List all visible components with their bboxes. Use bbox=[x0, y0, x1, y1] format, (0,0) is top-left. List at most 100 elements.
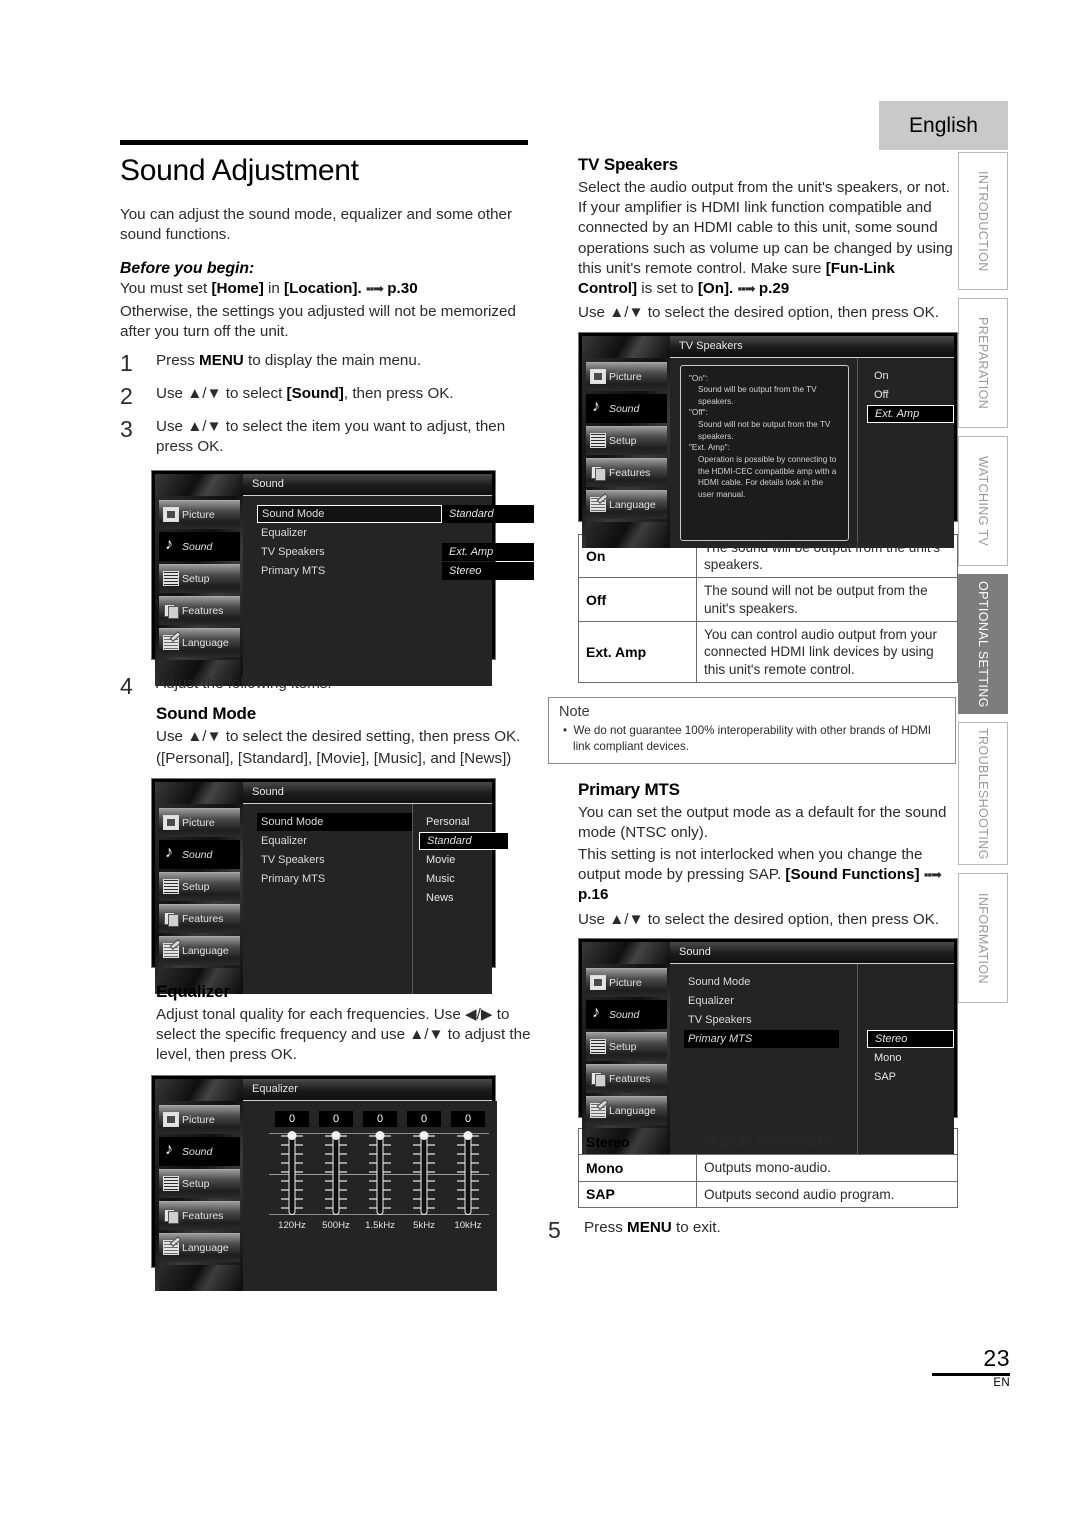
osd-title: Sound bbox=[670, 941, 954, 964]
osd-item-equalizer[interactable]: Equalizer bbox=[257, 832, 412, 850]
osd-option-standard[interactable]: Standard bbox=[419, 831, 509, 850]
section-tab-introduction[interactable]: INTRODUCTION bbox=[958, 152, 1008, 290]
osd-sidebar-item-language[interactable]: Language bbox=[586, 1095, 667, 1125]
osd-sidebar-item-setup[interactable]: Setup bbox=[159, 563, 240, 593]
menu-key-token: MENU bbox=[199, 352, 244, 370]
osd-option-ext-amp[interactable]: Ext. Amp bbox=[867, 404, 954, 423]
tv-speakers-use-line: Use ▲/▼ to select the desired option, th… bbox=[578, 304, 939, 322]
osd-sidebar-item-setup[interactable]: Setup bbox=[159, 871, 240, 901]
equalizer-slider-10khz[interactable] bbox=[451, 1130, 485, 1217]
section-tab-troubleshooting[interactable]: TROUBLESHOOTING bbox=[958, 722, 1008, 865]
osd-option-stereo[interactable]: Stereo bbox=[867, 1029, 954, 1048]
osd-sidebar-item-language[interactable]: Language bbox=[586, 489, 667, 519]
left-column: Sound Adjustment You can adjust the soun… bbox=[120, 140, 534, 1291]
equalizer-value-5khz[interactable]: 0 bbox=[407, 1110, 441, 1127]
osd-content: Picture Sound Setup Features Language bbox=[155, 803, 509, 994]
slider-knob[interactable] bbox=[419, 1130, 429, 1140]
picture-icon bbox=[163, 1112, 179, 1128]
osd-header-blank bbox=[155, 781, 243, 804]
osd-sidebar-item-picture[interactable]: Picture bbox=[586, 361, 667, 391]
osd-sidebar-item-setup[interactable]: Setup bbox=[586, 1031, 667, 1061]
slider-knob[interactable] bbox=[375, 1130, 385, 1140]
section-tab-watching-tv[interactable]: WATCHING TV bbox=[958, 436, 1008, 566]
osd-sidebar-item-setup[interactable]: Setup bbox=[159, 1168, 240, 1198]
grid-icon bbox=[163, 1176, 179, 1192]
osd-option-music[interactable]: Music bbox=[419, 870, 509, 888]
table-value-sap: Outputs second audio program. bbox=[696, 1180, 958, 1209]
section-tab-optional-setting[interactable]: OPTIONAL SETTING bbox=[958, 574, 1008, 714]
osd-sidebar-item-language[interactable]: Language bbox=[159, 935, 240, 965]
equalizer-slider-120hz[interactable] bbox=[275, 1130, 309, 1217]
note-body: We do not guarantee 100% interoperabilit… bbox=[573, 724, 931, 753]
osd-sidebar-item-features[interactable]: Features bbox=[159, 1200, 240, 1230]
osd-sidebar-item-features[interactable]: Features bbox=[586, 1063, 667, 1093]
osd-sidebar-item-language[interactable]: Language bbox=[159, 1232, 240, 1262]
section-tab-preparation[interactable]: PREPARATION bbox=[958, 298, 1008, 428]
osd-item-sound-mode[interactable]: Sound Mode bbox=[257, 504, 442, 523]
osd-sidebar-item-features[interactable]: Features bbox=[586, 457, 667, 487]
osd-item-sound-mode[interactable]: Sound Mode bbox=[257, 812, 412, 831]
osd-option-personal[interactable]: Personal bbox=[419, 813, 509, 831]
osd-value-tv-speakers[interactable]: Ext. Amp bbox=[442, 542, 534, 561]
osd-header-blank bbox=[155, 473, 243, 496]
primary-mts-paragraph-2: This setting is not interlocked when you… bbox=[578, 845, 958, 906]
pencil-icon bbox=[590, 1103, 606, 1119]
osd-item-sound-mode[interactable]: Sound Mode bbox=[684, 973, 857, 991]
equalizer-slider-5khz[interactable] bbox=[407, 1130, 441, 1217]
osd-option-on[interactable]: On bbox=[867, 367, 954, 385]
slider-knob[interactable] bbox=[463, 1130, 473, 1140]
osd-sidebar-item-sound[interactable]: Sound bbox=[586, 393, 667, 423]
osd-sidebar-item-features[interactable]: Features bbox=[159, 595, 240, 625]
before-you-begin-heading: Before you begin: bbox=[120, 260, 255, 278]
osd-item-tv-speakers[interactable]: TV Speakers bbox=[684, 1011, 857, 1029]
osd-value-sound-mode[interactable]: Standard bbox=[442, 504, 534, 523]
osd-sidebar-item-picture[interactable]: Picture bbox=[159, 1104, 240, 1134]
osd-sidebar-item-picture[interactable]: Picture bbox=[586, 967, 667, 997]
osd-item-equalizer[interactable]: Equalizer bbox=[684, 992, 857, 1010]
osd-sidebar-item-label: Setup bbox=[609, 434, 637, 447]
osd-item-primary-mts[interactable]: Primary MTS bbox=[257, 562, 442, 580]
equalizer-value-1.5khz[interactable]: 0 bbox=[363, 1110, 397, 1127]
osd-sidebar-item-language[interactable]: Language bbox=[159, 627, 240, 657]
equalizer-value-10khz[interactable]: 0 bbox=[451, 1110, 485, 1127]
osd-content: Picture Sound Setup Features Language bbox=[155, 495, 534, 686]
osd-item-primary-mts[interactable]: Primary MTS bbox=[257, 870, 412, 888]
section-tab-label: INFORMATION bbox=[976, 892, 990, 984]
osd-sidebar-item-picture[interactable]: Picture bbox=[159, 499, 240, 529]
osd-sidebar-item-sound[interactable]: Sound bbox=[159, 839, 240, 869]
slider-knob[interactable] bbox=[331, 1130, 341, 1140]
equalizer-value-500hz[interactable]: 0 bbox=[319, 1110, 353, 1127]
table-key-mono: Mono bbox=[578, 1154, 697, 1182]
osd-sidebar-item-setup[interactable]: Setup bbox=[586, 425, 667, 455]
osd-item-primary-mts[interactable]: Primary MTS bbox=[684, 1029, 839, 1048]
osd-option-mono[interactable]: Mono bbox=[867, 1049, 954, 1067]
picture-icon bbox=[590, 975, 606, 991]
osd-item-equalizer[interactable]: Equalizer bbox=[257, 524, 442, 542]
osd-option-news[interactable]: News bbox=[419, 889, 509, 907]
text-fragment: , then press OK. bbox=[343, 385, 454, 403]
osd-sidebar-item-features[interactable]: Features bbox=[159, 903, 240, 933]
equalizer-value-120hz[interactable]: 0 bbox=[275, 1110, 309, 1127]
equalizer-slider-500hz[interactable] bbox=[319, 1130, 353, 1217]
slider-knob[interactable] bbox=[287, 1130, 297, 1140]
osd-sidebar: Picture Sound Setup Features Language bbox=[155, 495, 243, 686]
osd-option-off[interactable]: Off bbox=[867, 386, 954, 404]
osd-sidebar-item-sound[interactable]: Sound bbox=[159, 1136, 240, 1166]
equalizer-slider-1.5khz[interactable] bbox=[363, 1130, 397, 1217]
osd-value-list: Standard Ext. Amp Stereo bbox=[442, 496, 534, 686]
osd-value-primary-mts[interactable]: Stereo bbox=[442, 561, 534, 580]
before-you-begin-line2: Otherwise, the settings you adjusted wil… bbox=[120, 302, 516, 340]
osd-item-tv-speakers[interactable]: TV Speakers bbox=[257, 851, 412, 869]
osd-sidebar-item-picture[interactable]: Picture bbox=[159, 807, 240, 837]
section-tab-information[interactable]: INFORMATION bbox=[958, 873, 1008, 1003]
osd-option-sap[interactable]: SAP bbox=[867, 1068, 954, 1086]
text-fragment: Select the audio output from the unit's … bbox=[578, 179, 953, 277]
osd-sidebar-item-label: Picture bbox=[609, 370, 642, 383]
osd-sidebar-item-sound[interactable]: Sound bbox=[159, 531, 240, 561]
osd-item-tv-speakers[interactable]: TV Speakers bbox=[257, 543, 442, 561]
table-value-mono: Outputs mono-audio. bbox=[696, 1154, 958, 1182]
osd-sidebar-item-sound[interactable]: Sound bbox=[586, 999, 667, 1029]
equalizer-text: Adjust tonal quality for each frequencie… bbox=[156, 1005, 531, 1064]
slider-track bbox=[464, 1132, 472, 1215]
osd-option-movie[interactable]: Movie bbox=[419, 851, 509, 869]
